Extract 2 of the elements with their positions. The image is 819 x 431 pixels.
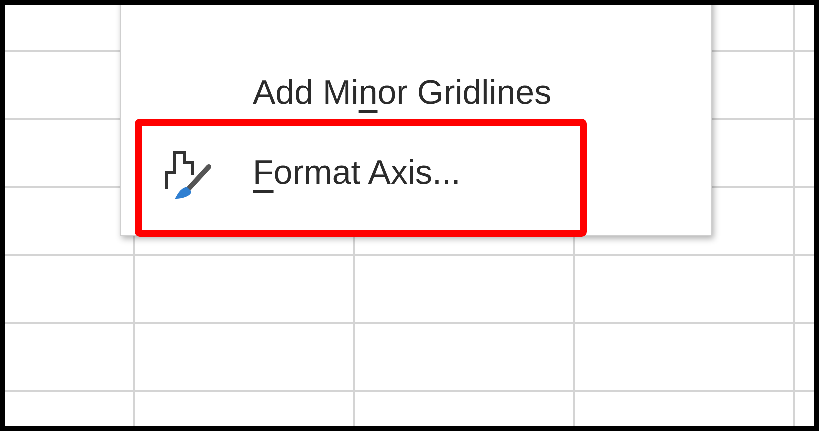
menu-item[interactable]: Format Axis... bbox=[121, 133, 711, 213]
menu-item[interactable]: Add Minor Gridlines bbox=[121, 53, 711, 133]
